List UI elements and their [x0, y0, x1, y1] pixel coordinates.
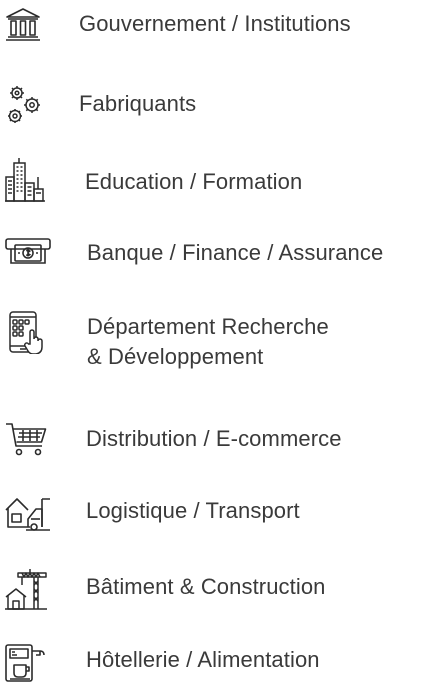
- tablet-touch-icon: [8, 310, 46, 354]
- atm-banknote-icon: [4, 237, 52, 269]
- sector-label-line-1: Département Recherche: [87, 314, 329, 339]
- sector-item-hospitality[interactable]: Hôtellerie / Alimentation: [0, 640, 438, 683]
- sector-label: Logistique / Transport: [86, 498, 300, 523]
- shopping-cart-icon: [4, 421, 48, 459]
- sector-list: Gouvernement / Institutions Fabriquants: [0, 0, 438, 683]
- sector-item-distribution[interactable]: Distribution / E-commerce: [0, 414, 438, 464]
- city-buildings-icon: [4, 157, 46, 203]
- sector-label: Gouvernement / Institutions: [79, 11, 351, 36]
- sector-item-logistics[interactable]: Logistique / Transport: [0, 490, 438, 540]
- sector-label: Hôtellerie / Alimentation: [86, 647, 320, 672]
- sector-label: Département Recherche & Développement: [87, 312, 329, 372]
- sector-item-education[interactable]: Education / Formation: [0, 155, 438, 209]
- sector-label: Fabriquants: [79, 91, 197, 116]
- sector-label: Education / Formation: [85, 169, 303, 194]
- gears-icon: [4, 84, 44, 126]
- warehouse-truck-icon: [4, 496, 52, 532]
- sector-item-construction[interactable]: Bâtiment & Construction: [0, 565, 438, 615]
- sector-label: Distribution / E-commerce: [86, 426, 342, 451]
- government-building-icon: [4, 6, 42, 42]
- sector-label: Bâtiment & Construction: [86, 574, 326, 599]
- sector-item-manufacturers[interactable]: Fabriquants: [0, 80, 438, 130]
- sector-label-line-2: & Développement: [87, 344, 264, 369]
- construction-crane-icon: [4, 567, 48, 611]
- sector-label: Banque / Finance / Assurance: [87, 240, 384, 265]
- sector-item-banking[interactable]: Banque / Finance / Assurance: [0, 230, 438, 280]
- sector-item-research-development[interactable]: Département Recherche & Développement: [0, 305, 438, 385]
- coffee-machine-icon: [4, 643, 48, 683]
- sector-item-government[interactable]: Gouvernement / Institutions: [0, 0, 438, 50]
